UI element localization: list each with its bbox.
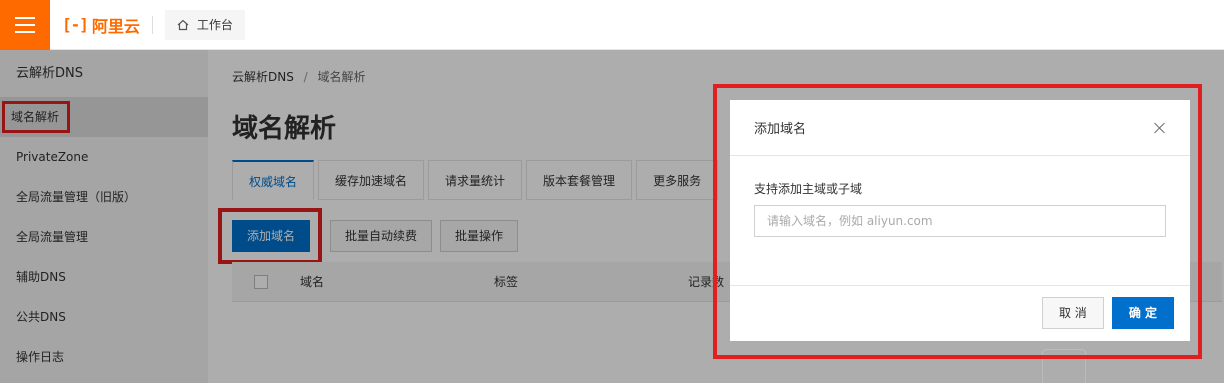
menu-icon-line	[15, 23, 35, 26]
aliyun-logo[interactable]: [-] 阿里云	[62, 0, 140, 50]
domain-input[interactable]	[754, 205, 1166, 237]
workbench-button[interactable]: 工作台	[164, 9, 245, 40]
home-icon	[177, 19, 189, 30]
dialog-title: 添加域名	[754, 122, 807, 137]
confirm-button[interactable]: 确 定	[1111, 297, 1174, 329]
domain-field-label: 支持添加主域或子域	[754, 182, 863, 196]
cancel-button[interactable]: 取 消	[1041, 297, 1104, 329]
top-navbar: [-] 阿里云 工作台	[0, 0, 1224, 50]
divider	[151, 15, 153, 34]
menu-icon-line	[15, 16, 35, 19]
dialog-footer: 取 消 确 定	[730, 286, 1190, 340]
logo-text: 阿里云	[91, 16, 140, 36]
add-domain-dialog: 添加域名 支持添加主域或子域 取 消 确 定	[730, 100, 1190, 341]
dialog-header: 添加域名	[730, 100, 1190, 156]
logo-mark-icon: [-]	[62, 15, 89, 34]
dialog-body: 支持添加主域或子域	[730, 156, 1190, 286]
workbench-label: 工作台	[196, 18, 233, 32]
menu-icon-line	[15, 30, 35, 33]
hamburger-menu-button[interactable]	[0, 0, 50, 50]
close-icon[interactable]	[1154, 122, 1166, 134]
